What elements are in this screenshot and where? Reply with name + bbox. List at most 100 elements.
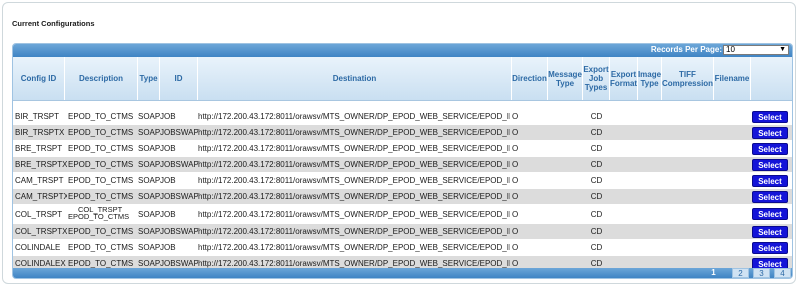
id-cell: JOB xyxy=(160,210,176,219)
destination-cell: http://172.200.43.172:8011/orawsv/MTS_OW… xyxy=(198,210,510,219)
description-cell: EPOD_TO_CTMS xyxy=(68,160,134,169)
column-header-direction[interactable]: Direction xyxy=(512,57,548,100)
direction-cell: O xyxy=(512,243,519,252)
type-cell: SOAP xyxy=(138,192,160,201)
table-row: COLINDALE EPOD_TO_CTMS SOAP JOB http://1… xyxy=(13,240,792,256)
configurations-panel: Current Configurations Records Per Page:… xyxy=(2,2,796,284)
id-cell: JOB xyxy=(160,176,176,185)
records-per-page-label: Records Per Page: xyxy=(650,45,722,54)
column-header-description[interactable]: Description xyxy=(65,57,138,100)
direction-cell: O xyxy=(512,210,519,219)
description-line-2: EPOD_TO_CTMS xyxy=(68,212,130,221)
type-cell: SOAP xyxy=(138,144,160,153)
id-cell: JOB xyxy=(160,243,176,252)
description-cell: EPOD_TO_CTMS xyxy=(68,144,134,153)
records-per-page-select[interactable]: 10 ▼ xyxy=(723,45,789,55)
destination-cell: http://172.200.43.172:8011/orawsv/MTS_OW… xyxy=(198,192,510,201)
export-job-types-cell: CD xyxy=(590,160,603,169)
column-header-type[interactable]: Type xyxy=(138,57,160,100)
export-job-types-cell: CD xyxy=(590,176,603,185)
destination-cell: http://172.200.43.172:8011/orawsv/MTS_OW… xyxy=(198,128,510,137)
direction-cell: O xyxy=(512,176,519,185)
destination-cell: http://172.200.43.172:8011/orawsv/MTS_OW… xyxy=(198,227,510,236)
type-cell: SOAP xyxy=(138,176,160,185)
description-cell: EPOD_TO_CTMS xyxy=(68,128,134,137)
config-id-cell: BIR_TRSPTX xyxy=(15,128,65,137)
destination-cell: http://172.200.43.172:8011/orawsv/MTS_OW… xyxy=(198,160,510,169)
destination-cell: http://172.200.43.172:8011/orawsv/MTS_OW… xyxy=(198,176,510,185)
config-id-cell: BIR_TRSPT xyxy=(15,112,60,121)
direction-cell: O xyxy=(512,144,519,153)
page-2-link[interactable]: 2 xyxy=(732,268,749,278)
page-3-link[interactable]: 3 xyxy=(753,268,770,278)
pagination-bar: 1 2 3 4 xyxy=(13,268,792,278)
type-cell: SOAP xyxy=(138,227,160,236)
config-id-cell: COLINDALE xyxy=(15,243,61,252)
export-job-types-cell: CD xyxy=(590,243,603,252)
select-button[interactable]: Select xyxy=(752,226,788,238)
id-cell: JOB xyxy=(160,144,176,153)
column-header-destination[interactable]: Destination xyxy=(198,57,512,100)
select-button[interactable]: Select xyxy=(752,242,788,254)
column-header-tiff-compression[interactable]: TIFF Compression xyxy=(662,57,714,100)
id-cell: JOBSWAP xyxy=(160,227,198,236)
config-id-cell: COL_TRSPT xyxy=(15,210,63,219)
panel-title: Current Configurations xyxy=(12,19,95,28)
type-cell: SOAP xyxy=(138,243,160,252)
page-1-link[interactable]: 1 xyxy=(705,268,722,278)
export-job-types-cell: CD xyxy=(590,227,603,236)
config-id-cell: CAM_TRSPTX xyxy=(15,192,67,201)
description-cell: COL_TRSPT EPOD_TO_CTMS xyxy=(68,205,140,224)
description-cell: EPOD_TO_CTMS xyxy=(68,112,134,121)
config-id-cell: CAM_TRSPT xyxy=(15,176,64,185)
table-row: COL_TRSPTX EPOD_TO_CTMS SOAP JOBSWAP htt… xyxy=(13,224,792,240)
column-header-id[interactable]: ID xyxy=(160,57,198,100)
configurations-grid: Records Per Page: 10 ▼ Config ID Descrip… xyxy=(12,43,793,279)
destination-cell: http://172.200.43.172:8011/orawsv/MTS_OW… xyxy=(198,144,510,153)
column-header-message-type[interactable]: Message Type xyxy=(548,57,583,100)
description-cell: EPOD_TO_CTMS xyxy=(68,176,134,185)
select-button[interactable]: Select xyxy=(752,159,788,171)
type-cell: SOAP xyxy=(138,112,160,121)
description-cell: EPOD_TO_CTMS xyxy=(68,227,134,236)
grid-toolbar: Records Per Page: 10 ▼ xyxy=(13,44,792,57)
table-row: BIR_TRSPT EPOD_TO_CTMS SOAP JOB http://1… xyxy=(13,109,792,125)
select-button[interactable]: Select xyxy=(752,191,788,203)
column-header-filename[interactable]: Filename xyxy=(714,57,751,100)
column-header-export-format[interactable]: Export Format xyxy=(610,57,638,100)
column-header-action xyxy=(751,57,792,100)
export-job-types-cell: CD xyxy=(590,144,603,153)
type-cell: SOAP xyxy=(138,160,160,169)
select-button[interactable]: Select xyxy=(752,143,788,155)
id-cell: JOBSWAP xyxy=(160,192,198,201)
id-cell: JOB xyxy=(160,112,176,121)
table-row: BIR_TRSPTX EPOD_TO_CTMS SOAP JOBSWAP htt… xyxy=(13,125,792,141)
table-row: BRE_TRSPTX EPOD_TO_CTMS SOAP JOBSWAP htt… xyxy=(13,157,792,173)
export-job-types-cell: CD xyxy=(590,112,603,121)
table-row: CAM_TRSPT EPOD_TO_CTMS SOAP JOB http://1… xyxy=(13,173,792,189)
select-button[interactable]: Select xyxy=(752,175,788,187)
type-cell: SOAP xyxy=(138,210,160,219)
description-cell: EPOD_TO_CTMS xyxy=(68,192,134,201)
column-header-export-job-types[interactable]: Export Job Types xyxy=(583,57,610,100)
select-button[interactable]: Select xyxy=(752,127,788,139)
table-row: CAM_TRSPTX EPOD_TO_CTMS SOAP JOBSWAP htt… xyxy=(13,189,792,205)
config-id-cell: BRE_TRSPT xyxy=(15,144,63,153)
column-header-image-type[interactable]: Image Type xyxy=(638,57,662,100)
destination-cell: http://172.200.43.172:8011/orawsv/MTS_OW… xyxy=(198,112,510,121)
direction-cell: O xyxy=(512,112,519,121)
table-row: BRE_TRSPT EPOD_TO_CTMS SOAP JOB http://1… xyxy=(13,141,792,157)
export-job-types-cell: CD xyxy=(590,192,603,201)
direction-cell: O xyxy=(512,160,519,169)
id-cell: JOBSWAP xyxy=(160,160,198,169)
direction-cell: O xyxy=(512,128,519,137)
page-4-link[interactable]: 4 xyxy=(774,268,791,278)
description-cell: EPOD_TO_CTMS xyxy=(68,243,134,252)
column-header-config-id[interactable]: Config ID xyxy=(13,57,65,100)
export-job-types-cell: CD xyxy=(590,128,603,137)
id-cell: JOBSWAP xyxy=(160,128,198,137)
table-header: Config ID Description Type ID Destinatio… xyxy=(13,57,792,101)
select-button[interactable]: Select xyxy=(752,111,788,123)
select-button[interactable]: Select xyxy=(752,208,788,220)
type-cell: SOAP xyxy=(138,128,160,137)
